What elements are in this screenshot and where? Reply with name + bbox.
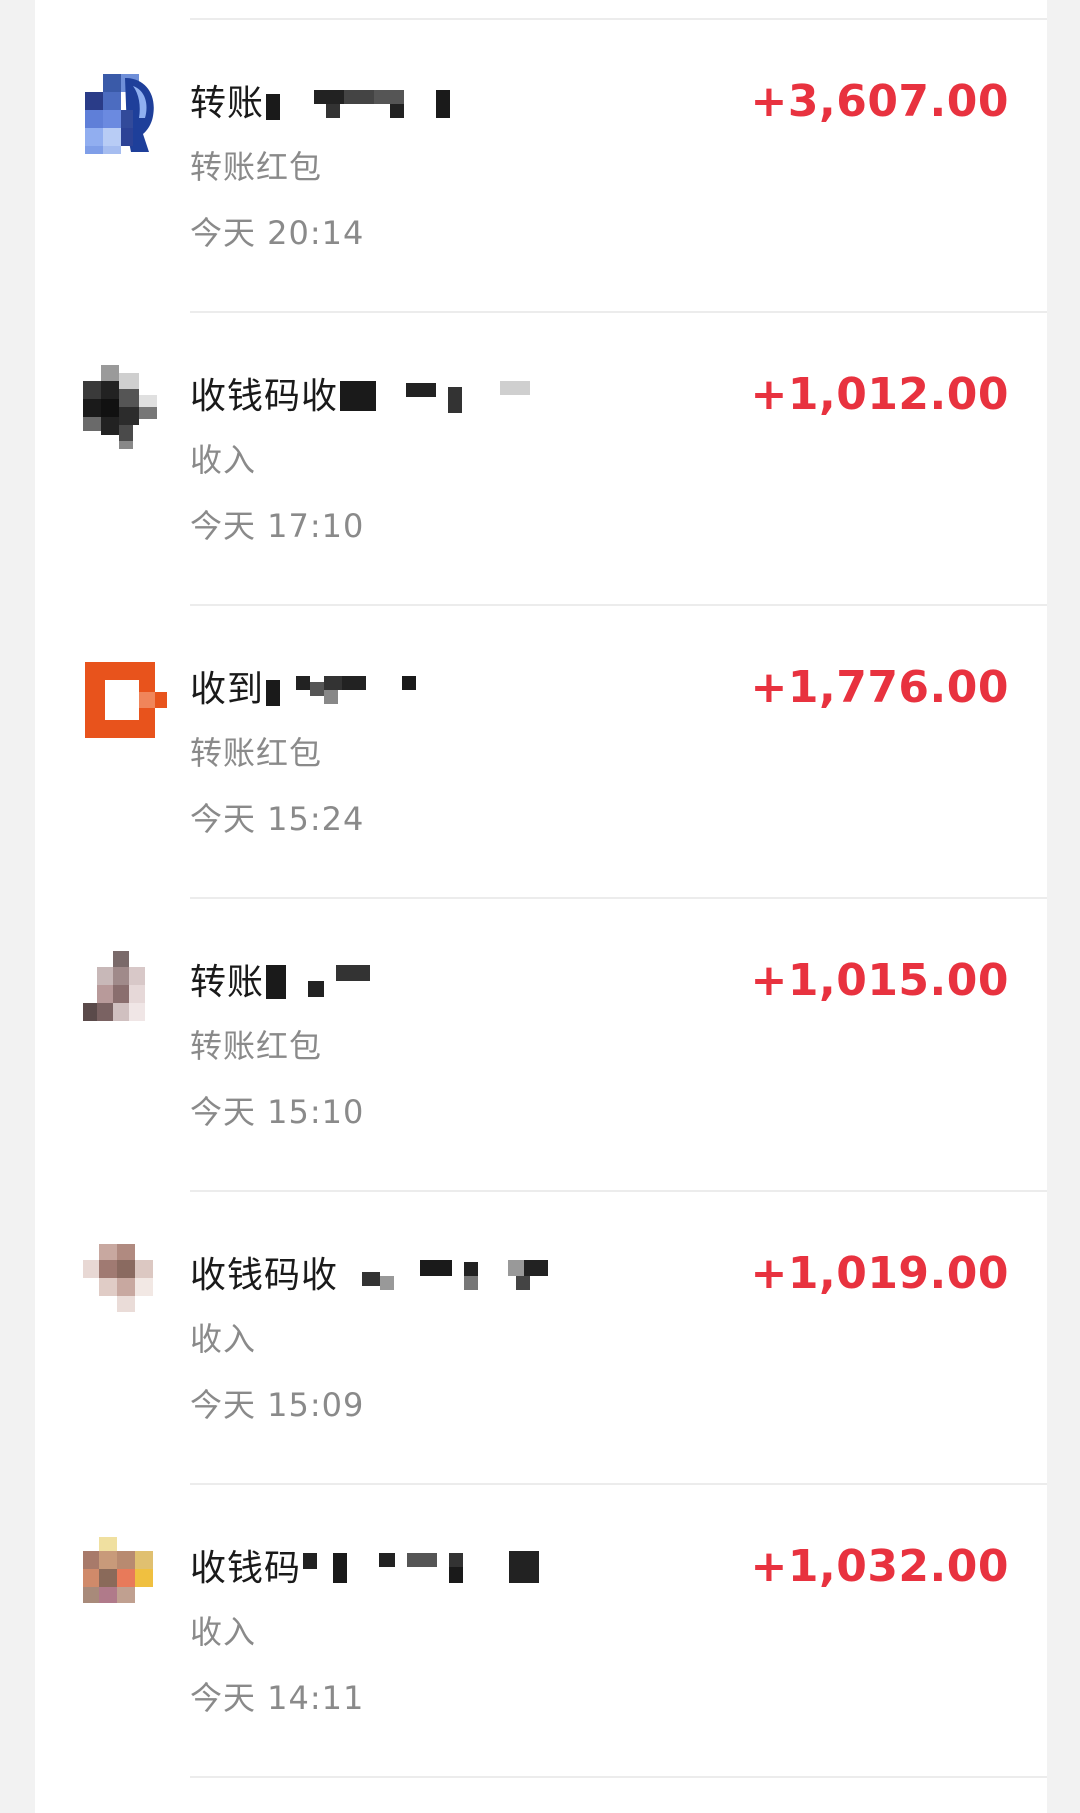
transaction-category: 转账红包	[190, 734, 323, 772]
redacted-name-mosaic	[266, 80, 476, 120]
transaction-title-line: 转账	[190, 951, 396, 1007]
transaction-category: 收入	[190, 441, 257, 479]
transaction-category: 收入	[190, 1613, 257, 1651]
transaction-row[interactable]: 收钱码 收入 今天 14:11 +1,032.00	[35, 1485, 1047, 1778]
redacted-name-mosaic	[266, 959, 396, 999]
transaction-title-line: 收钱码收	[190, 1244, 570, 1300]
redacted-name-mosaic	[303, 1545, 553, 1585]
transaction-time: 今天 15:09	[190, 1386, 365, 1424]
page: 转账 转账红包 今天 20:14 +3,607.00 收钱码收 收入 今天 17…	[0, 0, 1080, 1813]
transaction-amount: +1,776.00	[750, 662, 1009, 713]
divider	[190, 1776, 1047, 1778]
transaction-title: 收钱码	[190, 1548, 302, 1589]
pixelated-avatar-icon	[83, 951, 167, 1035]
transaction-category: 转账红包	[190, 1027, 323, 1065]
transaction-title: 转账	[190, 962, 265, 1003]
transaction-title: 转账	[190, 83, 265, 124]
transaction-title-line: 收钱码收	[190, 365, 560, 421]
transaction-time: 今天 20:14	[190, 214, 365, 252]
redacted-name-mosaic	[340, 373, 560, 413]
transaction-title: 收钱码收	[190, 1255, 339, 1296]
transaction-title: 收钱码收	[190, 376, 339, 417]
transaction-time: 今天 17:10	[190, 507, 365, 545]
transaction-row[interactable]: 收钱码收 收入 今天 17:10 +1,012.00	[35, 313, 1047, 606]
transaction-title-line: 转账	[190, 72, 476, 128]
transaction-category: 收入	[190, 1320, 257, 1358]
transaction-list: 转账 转账红包 今天 20:14 +3,607.00 收钱码收 收入 今天 17…	[35, 0, 1047, 1813]
pixelated-portrait-icon	[83, 72, 167, 156]
transaction-amount: +3,607.00	[750, 76, 1009, 127]
pixelated-avatar-icon	[83, 1244, 167, 1328]
transaction-amount: +1,019.00	[750, 1248, 1009, 1299]
redacted-name-mosaic	[266, 666, 466, 706]
transaction-time: 今天 14:11	[190, 1679, 365, 1717]
transaction-time: 今天 15:24	[190, 800, 365, 838]
redacted-name-mosaic	[340, 1252, 570, 1292]
pixelated-avatar-icon	[83, 1537, 167, 1621]
transaction-title-line: 收钱码	[190, 1537, 553, 1593]
transaction-amount: +1,015.00	[750, 955, 1009, 1006]
transaction-amount: +1,032.00	[750, 1541, 1009, 1592]
transaction-time: 今天 15:10	[190, 1093, 365, 1131]
transaction-amount: +1,012.00	[750, 369, 1009, 420]
transaction-row[interactable]: 收钱码收 收入 今天 15:09 +1,019.00	[35, 1192, 1047, 1485]
transaction-title-line: 收到	[190, 658, 466, 714]
transaction-row[interactable]: 转账 转账红包 今天 20:14 +3,607.00	[35, 20, 1047, 313]
transaction-title: 收到	[190, 669, 265, 710]
transaction-row[interactable]: 转账 转账红包 今天 15:10 +1,015.00	[35, 899, 1047, 1192]
transaction-row[interactable]: 收到 转账红包 今天 15:24 +1,776.00	[35, 606, 1047, 899]
orange-square-logo-icon	[83, 658, 167, 742]
transaction-category: 转账红包	[190, 148, 323, 186]
pixelated-avatar-icon	[83, 365, 167, 449]
